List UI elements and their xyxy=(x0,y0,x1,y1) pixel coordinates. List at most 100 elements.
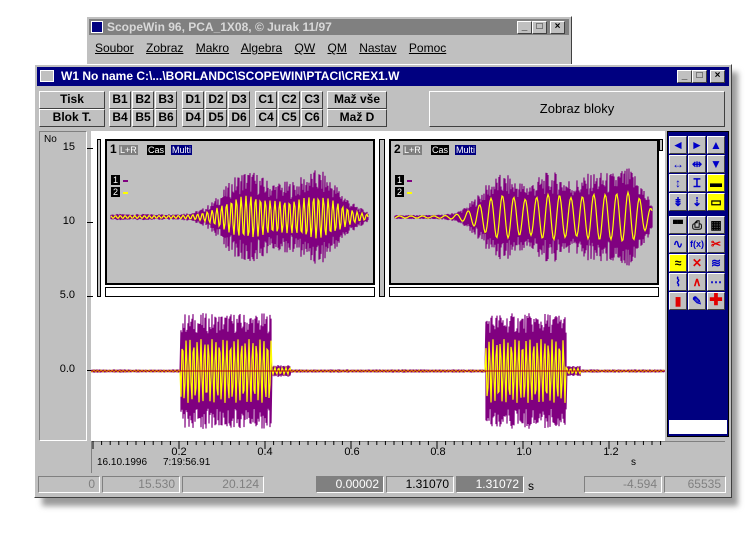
display-icon[interactable]: ▀▀ xyxy=(669,216,687,234)
status-value-1: 15.530 xyxy=(102,476,180,493)
c5-button[interactable]: C5 xyxy=(278,109,300,127)
panel-2-scrollbar[interactable] xyxy=(389,287,659,297)
b3-button[interactable]: B3 xyxy=(155,91,177,109)
x-tick-1.2: 1.2 xyxy=(603,446,619,458)
bars-icon[interactable]: ▮ xyxy=(669,292,687,310)
panel-divider-left[interactable] xyxy=(97,139,101,297)
y-tick-15: 15 xyxy=(62,141,75,153)
b1-button[interactable]: B1 xyxy=(109,91,131,109)
zoom-panel-2[interactable]: 2 L+R Cas Multi 1 2 xyxy=(389,139,659,285)
c3-button[interactable]: C3 xyxy=(301,91,323,109)
menu-algebra[interactable]: Algebra xyxy=(241,41,282,55)
status-value-4: 65535 xyxy=(664,476,726,493)
menu-qw[interactable]: QW xyxy=(294,41,315,55)
x-tick-1.0: 1.0 xyxy=(516,446,532,458)
menu-zobraz[interactable]: Zobraz xyxy=(146,41,183,55)
d2-button[interactable]: D2 xyxy=(205,91,227,109)
expand-horizontal-icon[interactable]: ↔ xyxy=(669,155,687,173)
menu-nastav[interactable]: Nastav xyxy=(359,41,396,55)
doc-close-button[interactable]: × xyxy=(710,70,725,83)
d1-button[interactable]: D1 xyxy=(182,91,204,109)
b2-button[interactable]: B2 xyxy=(132,91,154,109)
cut-icon[interactable]: ✂ xyxy=(707,235,725,253)
toolbox-info-box xyxy=(669,420,727,434)
block-t-button[interactable]: Blok T. xyxy=(39,109,105,127)
compress-horizontal-icon[interactable]: ⇹ xyxy=(688,155,706,173)
delete-icon[interactable]: ✕ xyxy=(688,254,706,272)
arrow-down-icon[interactable]: ▼ xyxy=(707,155,725,173)
b5-button[interactable]: B5 xyxy=(132,109,154,127)
trend-icon[interactable]: ⌇ xyxy=(669,273,687,291)
add-icon[interactable]: ✚ xyxy=(707,292,725,310)
doc-minimize-button[interactable]: _ xyxy=(677,70,692,83)
status-value-2: 20.124 xyxy=(182,476,264,493)
function-icon[interactable]: f(x) xyxy=(688,235,706,253)
arrow-left-icon[interactable]: ◄ xyxy=(669,136,687,154)
expand-vertical-icon[interactable]: ↕ xyxy=(669,174,687,192)
panel-2-waveform xyxy=(394,168,653,266)
x-tick-0.6: 0.6 xyxy=(344,446,360,458)
print-button[interactable]: Tisk xyxy=(39,91,105,109)
printer-icon[interactable]: ⎙ xyxy=(688,216,706,234)
c2-button[interactable]: C2 xyxy=(278,91,300,109)
document-title: W1 No name C:\...\BORLANDC\SCOPEWIN\PTAC… xyxy=(61,69,400,83)
noise-icon[interactable]: ⋯ xyxy=(707,273,725,291)
menu-pomoc[interactable]: Pomoc xyxy=(409,41,446,55)
clear-all-button[interactable]: Maž vše xyxy=(327,91,387,109)
table-icon[interactable]: ▦ xyxy=(707,216,725,234)
toolbox: ◄ ► ▲ ↔ ⇹ ▼ ↕ Ɪ ▬ ⇟ ⇣ ▭ ▀▀ ⎙ ▦ ∿ f(x) ✂ … xyxy=(667,131,729,437)
maximize-button[interactable]: □ xyxy=(532,21,547,34)
status-time-2: 1.31072 xyxy=(456,476,524,493)
arrow-up-icon[interactable]: ▲ xyxy=(707,136,725,154)
shrink-icon[interactable]: ⇟ xyxy=(669,193,687,211)
peak-icon[interactable]: ∧ xyxy=(688,273,706,291)
yellow-wave-icon[interactable]: ≈ xyxy=(669,254,687,272)
arrow-right-icon[interactable]: ► xyxy=(688,136,706,154)
split-panel-icon[interactable]: ▭ xyxy=(707,193,725,211)
main-waveform xyxy=(91,313,665,429)
panel-1-scrollbar[interactable] xyxy=(105,287,375,297)
status-value-3: -4.594 xyxy=(584,476,662,493)
app-title-bar[interactable]: ScopeWin 96, PCA_1X08, © Jurak 11/97 _ □… xyxy=(89,19,569,35)
x-axis-unit: s xyxy=(631,457,636,468)
status-value-0: 0 xyxy=(38,476,100,493)
panel-divider-right[interactable] xyxy=(659,139,663,151)
document-title-bar[interactable]: W1 No name C:\...\BORLANDC\SCOPEWIN\PTAC… xyxy=(37,67,729,86)
document-icon xyxy=(40,70,54,82)
close-button[interactable]: × xyxy=(550,21,565,34)
wave-icon[interactable]: ∿ xyxy=(669,235,687,253)
compress-vertical-icon[interactable]: Ɪ xyxy=(688,174,706,192)
d5-button[interactable]: D5 xyxy=(205,109,227,127)
doc-maximize-button[interactable]: □ xyxy=(692,70,707,83)
chart-edit-icon[interactable]: ✎ xyxy=(688,292,706,310)
menu-qm[interactable]: QM xyxy=(328,41,347,55)
d6-button[interactable]: D6 xyxy=(228,109,250,127)
panel-1-waveform xyxy=(110,170,369,264)
c1-button[interactable]: C1 xyxy=(255,91,277,109)
menu-makro[interactable]: Makro xyxy=(196,41,229,55)
show-blocks-button[interactable]: Zobraz bloky xyxy=(429,91,725,127)
zigzag-icon[interactable]: ≋ xyxy=(707,254,725,272)
panel-divider-mid[interactable] xyxy=(379,139,385,297)
menu-soubor[interactable]: Soubor xyxy=(95,41,134,55)
y-tick-5: 5.0 xyxy=(59,289,75,301)
c4-button[interactable]: C4 xyxy=(255,109,277,127)
app-icon xyxy=(91,21,103,33)
d3-button[interactable]: D3 xyxy=(228,91,250,109)
timestamp-date: 16.10.1996 xyxy=(97,457,148,468)
yellow-panel-icon[interactable]: ▬ xyxy=(707,174,725,192)
status-time-0: 0.00002 xyxy=(316,476,384,493)
timestamp-time: 7:19:56.91 xyxy=(163,457,211,468)
down-small-icon[interactable]: ⇣ xyxy=(688,193,706,211)
zoom-panel-1[interactable]: 1 L+R Cas Multi 1 2 xyxy=(105,139,375,285)
b4-button[interactable]: B4 xyxy=(109,109,131,127)
b6-button[interactable]: B6 xyxy=(155,109,177,127)
clear-d-button[interactable]: Maž D xyxy=(327,109,387,127)
app-menu-bar: Soubor Zobraz Makro Algebra QW QM Nastav… xyxy=(95,41,455,55)
d4-button[interactable]: D4 xyxy=(182,109,204,127)
app-title: ScopeWin 96, PCA_1X08, © Jurak 11/97 xyxy=(107,20,332,34)
minimize-button[interactable]: _ xyxy=(517,21,532,34)
c6-button[interactable]: C6 xyxy=(301,109,323,127)
status-time-unit: s xyxy=(528,479,534,493)
y-tick-10: 10 xyxy=(62,215,75,227)
